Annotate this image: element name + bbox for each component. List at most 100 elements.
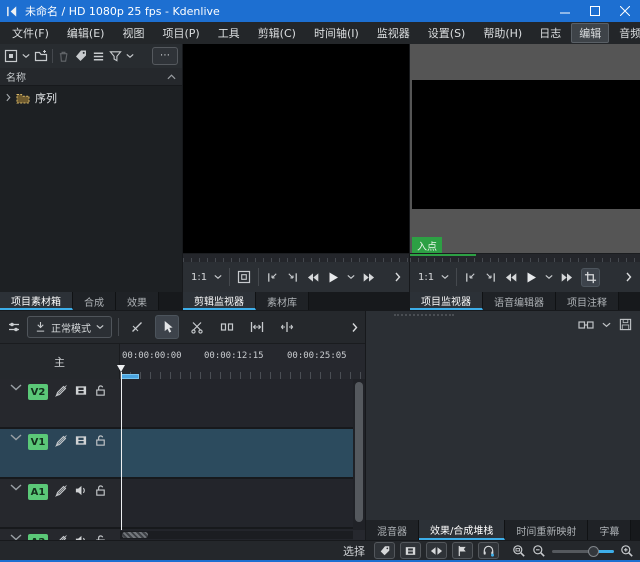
menu-project[interactable]: 项目(P): [153, 22, 208, 44]
monitor-zoom-level[interactable]: 1:1: [418, 272, 434, 283]
track-v1[interactable]: V1: [0, 429, 353, 477]
timeline-vertical-scrollbar[interactable]: [353, 379, 365, 530]
workspace-audio[interactable]: 音频: [611, 23, 640, 43]
chevron-down-icon[interactable]: [441, 274, 449, 280]
show-video-thumbnails-button[interactable]: [400, 542, 421, 559]
track-badge[interactable]: V2: [28, 384, 48, 400]
menu-timeline[interactable]: 时间轴(I): [305, 22, 368, 44]
slip-tool-icon[interactable]: [245, 315, 269, 339]
set-out-point-icon[interactable]: [484, 271, 497, 284]
track-lock-icon[interactable]: [94, 384, 107, 397]
minimize-button[interactable]: [550, 0, 580, 22]
track-lock-icon[interactable]: [94, 484, 107, 497]
zoom-fit-icon[interactable]: [512, 544, 526, 558]
track-pencil-icon[interactable]: [54, 434, 68, 448]
set-in-point-icon[interactable]: [464, 271, 477, 284]
track-pencil-icon[interactable]: [54, 384, 68, 398]
audio-monitor-button[interactable]: [478, 542, 499, 559]
zone-mode-icon[interactable]: [581, 268, 600, 287]
track-badge[interactable]: A1: [28, 484, 48, 500]
save-effect-stack-icon[interactable]: [619, 318, 632, 331]
bin-tree[interactable]: 序列: [0, 86, 182, 292]
timeline-toolbar-overflow-icon[interactable]: [352, 322, 358, 333]
menu-clip[interactable]: 剪辑(C): [249, 22, 305, 44]
rewind-icon[interactable]: [306, 272, 320, 283]
tab-mixer[interactable]: 混音器: [366, 520, 419, 540]
clip-monitor-video[interactable]: [183, 44, 409, 253]
track-collapse-icon[interactable]: [10, 384, 22, 391]
list-view-icon[interactable]: [92, 50, 105, 63]
bin-item-sequences[interactable]: 序列: [2, 89, 180, 106]
playhead-marker[interactable]: [117, 365, 125, 372]
tab-effects[interactable]: 效果: [116, 292, 159, 310]
menu-file[interactable]: 文件(F): [3, 22, 58, 44]
transport-overflow-icon[interactable]: [395, 272, 401, 282]
set-in-point-icon[interactable]: [266, 271, 279, 284]
track-collapse-icon[interactable]: [10, 484, 22, 491]
track-header-a2[interactable]: A2: [0, 529, 120, 540]
tab-compositions[interactable]: 合成: [73, 292, 116, 310]
set-out-point-icon[interactable]: [286, 271, 299, 284]
fast-forward-icon[interactable]: [362, 272, 376, 283]
menu-help[interactable]: 帮助(H): [474, 22, 531, 44]
tab-project-notes[interactable]: 项目注释: [556, 292, 619, 310]
track-lane-a1[interactable]: [120, 479, 353, 527]
monitor-overlay-icon[interactable]: [237, 270, 251, 284]
tab-clip-monitor[interactable]: 剪辑监视器: [183, 292, 256, 310]
menu-settings[interactable]: 设置(S): [419, 22, 475, 44]
tab-effect-stack[interactable]: 效果/合成堆栈: [419, 520, 505, 540]
caret-up-icon[interactable]: [167, 74, 176, 80]
play-icon[interactable]: [525, 271, 538, 284]
zoom-slider-handle[interactable]: [588, 546, 599, 557]
monitor-zoom-level[interactable]: 1:1: [191, 272, 207, 283]
chevron-down-icon[interactable]: [126, 53, 134, 59]
tab-subtitles[interactable]: 字幕: [588, 520, 631, 540]
timeline-ruler[interactable]: 00:00:00:00 00:00:12:15 00:00:25:05: [120, 344, 365, 379]
chevron-right-icon[interactable]: [6, 93, 11, 102]
menu-tools[interactable]: 工具: [209, 22, 249, 44]
timeline-zoom-slider[interactable]: [552, 544, 614, 558]
menu-monitor[interactable]: 监视器: [368, 22, 419, 44]
master-track-button[interactable]: 主: [0, 344, 120, 379]
snap-button[interactable]: [452, 542, 473, 559]
mix-tool-icon[interactable]: [125, 315, 149, 339]
create-folder-icon[interactable]: [34, 49, 48, 63]
chevron-down-icon[interactable]: [602, 322, 611, 328]
edit-mode-dropdown[interactable]: 正常模式: [27, 316, 112, 338]
compare-effect-icon[interactable]: [578, 319, 594, 331]
track-lane-v1[interactable]: [120, 429, 353, 477]
track-collapse-icon[interactable]: [10, 434, 22, 441]
tab-speech-editor[interactable]: 语音编辑器: [483, 292, 556, 310]
track-a1[interactable]: A1: [0, 479, 353, 527]
track-lock-icon[interactable]: [94, 434, 107, 447]
zoom-in-icon[interactable]: [620, 544, 634, 558]
chevron-down-icon[interactable]: [347, 274, 355, 280]
transport-overflow-icon[interactable]: [626, 272, 632, 282]
clip-monitor-seekbar[interactable]: [183, 253, 409, 262]
chevron-down-icon[interactable]: [22, 53, 30, 59]
track-header-v2[interactable]: V2: [0, 379, 120, 427]
tab-project-monitor[interactable]: 项目监视器: [410, 292, 483, 310]
show-markers-button[interactable]: [374, 542, 395, 559]
add-clip-icon[interactable]: [4, 49, 18, 63]
bin-name-header[interactable]: 名称: [0, 68, 182, 86]
track-v2[interactable]: V2: [0, 379, 353, 427]
fast-forward-icon[interactable]: [560, 272, 574, 283]
selection-tool-icon[interactable]: [155, 315, 179, 339]
track-options-icon[interactable]: [7, 320, 21, 334]
panel-drag-handle[interactable]: [394, 314, 454, 316]
project-monitor-seekbar[interactable]: [410, 253, 640, 262]
tab-project-bin[interactable]: 项目素材箱: [0, 292, 73, 310]
rewind-icon[interactable]: [504, 272, 518, 283]
menu-view[interactable]: 视图: [113, 22, 153, 44]
play-icon[interactable]: [327, 271, 340, 284]
track-header-a1[interactable]: A1: [0, 479, 120, 527]
workspace-editing[interactable]: 编辑: [571, 23, 609, 43]
project-monitor-video[interactable]: 入点: [410, 44, 640, 253]
zoom-out-icon[interactable]: [532, 544, 546, 558]
tab-time-remap[interactable]: 时间重新映射: [505, 520, 588, 540]
track-pencil-icon[interactable]: [54, 484, 68, 498]
track-header-v1[interactable]: V1: [0, 429, 120, 477]
chevron-down-icon[interactable]: [214, 274, 222, 280]
track-lane-v2[interactable]: [120, 379, 353, 427]
